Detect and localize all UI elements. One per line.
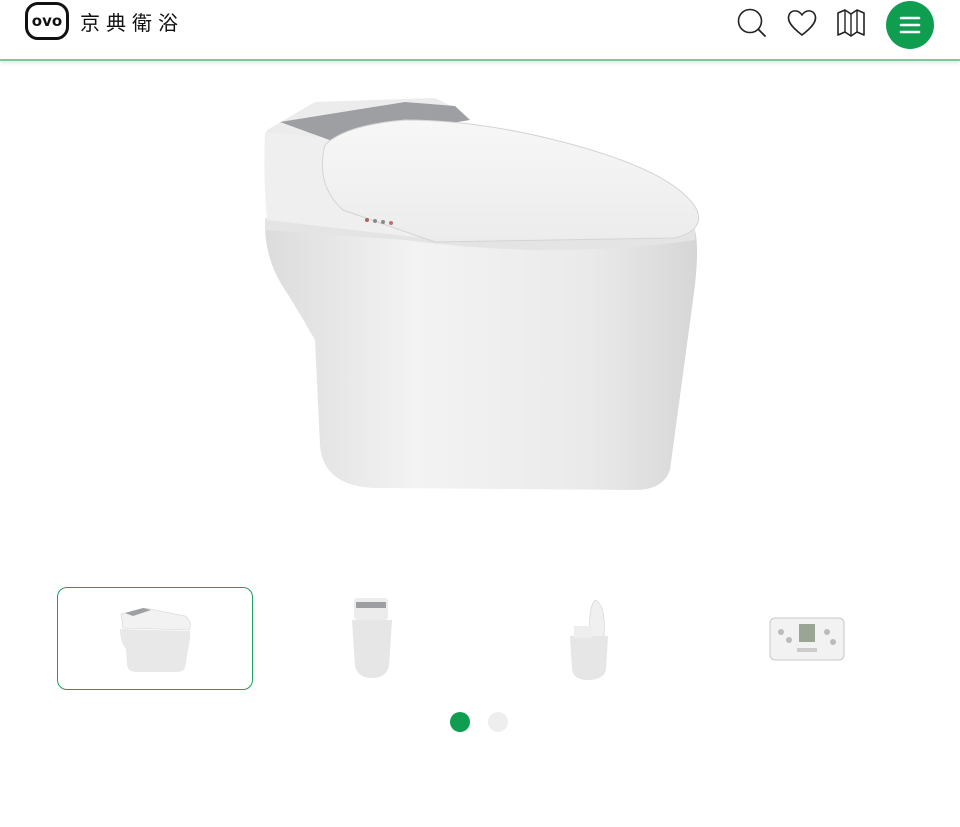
thumbnail-remote-control[interactable]	[709, 587, 905, 690]
catalog-book-icon[interactable]	[834, 6, 868, 40]
pagination-dot-2[interactable]	[488, 712, 508, 732]
brand-logo[interactable]: ovo 京典衛浴	[25, 1, 184, 41]
thumbnail-toilet-front[interactable]	[274, 587, 470, 690]
thumbnail-toilet-angle[interactable]	[57, 587, 253, 690]
pagination-dot-1[interactable]	[450, 712, 470, 732]
site-header: ovo 京典衛浴	[0, 0, 960, 61]
search-icon[interactable]	[735, 6, 769, 40]
gallery-pagination	[450, 712, 508, 732]
product-main-image[interactable]	[255, 90, 710, 500]
menu-icon	[899, 16, 921, 34]
thumbnail-toilet-lid-open[interactable]	[492, 587, 688, 690]
brand-name: 京典衛浴	[80, 10, 184, 35]
heart-icon[interactable]	[785, 6, 819, 40]
logo-mark: ovo	[25, 2, 69, 40]
menu-button[interactable]	[886, 1, 934, 49]
